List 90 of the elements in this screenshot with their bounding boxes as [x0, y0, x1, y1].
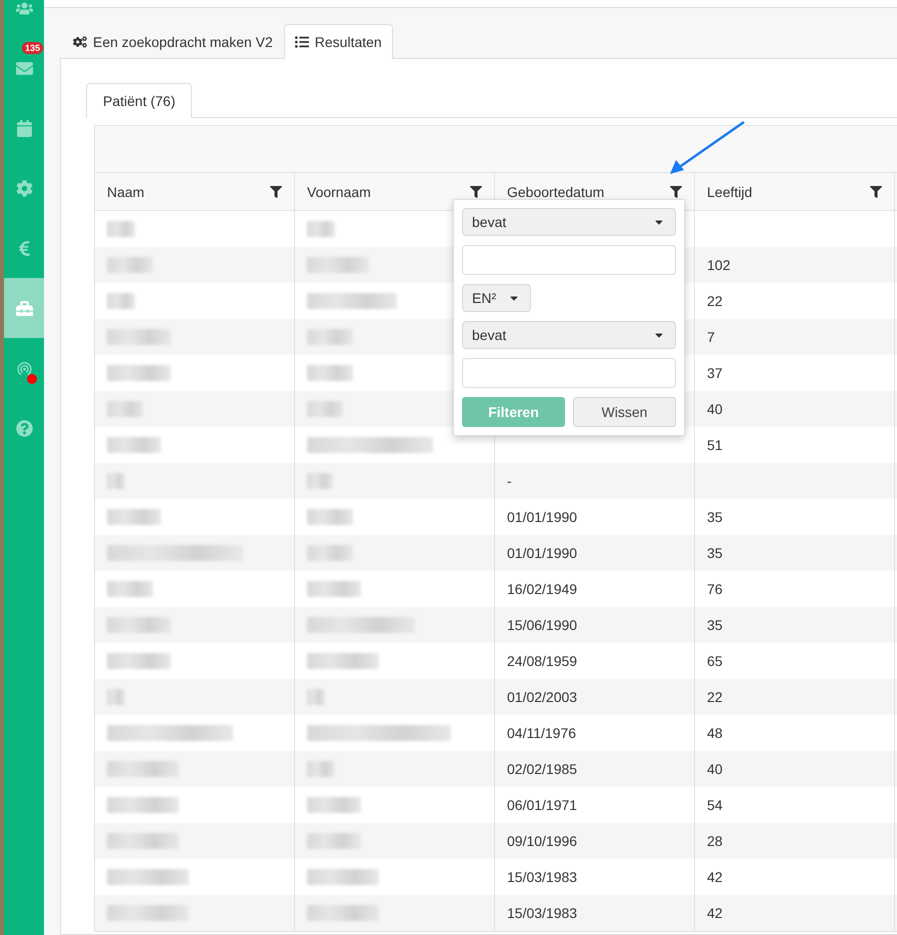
redacted-text [307, 581, 361, 597]
calendar-icon [16, 120, 32, 136]
condition-select[interactable]: bevat [462, 321, 676, 349]
list-icon [294, 35, 309, 49]
briefcase-icon [16, 300, 32, 316]
redacted-text [107, 509, 161, 525]
notification-badge: 135 [22, 42, 44, 54]
table-cell: 15/03/1983 [507, 905, 578, 921]
redacted-text [107, 293, 135, 309]
clear-button[interactable]: Wissen [573, 397, 676, 427]
table-cell: 51 [707, 437, 723, 453]
table-cell: 09/10/1996 [507, 833, 578, 849]
redacted-text [107, 329, 171, 345]
tab[interactable]: Resultaten [284, 24, 393, 59]
operator-select[interactable]: EN² [462, 284, 531, 312]
filter-icon[interactable] [870, 186, 882, 198]
sidebar-item[interactable]: 135 [4, 38, 44, 98]
redacted-text [307, 473, 333, 489]
table-cell: 02/02/1985 [507, 761, 578, 777]
column-header[interactable]: Leeftijd [695, 173, 895, 210]
help-icon [16, 420, 32, 436]
table-cell: 15/03/1983 [507, 869, 578, 885]
redacted-text [307, 761, 335, 777]
table-cell: 35 [707, 617, 723, 633]
table-cell: 48 [707, 725, 723, 741]
input-field[interactable] [462, 358, 676, 388]
redacted-text [307, 689, 325, 705]
filter-icon[interactable] [270, 186, 282, 198]
table-cell: 35 [707, 509, 723, 525]
table-cell: 102 [707, 257, 730, 273]
table-cell: 22 [707, 689, 723, 705]
mail-icon [16, 60, 32, 76]
tab[interactable]: Een zoekopdracht maken V2 [62, 24, 284, 59]
table-cell: 40 [707, 401, 723, 417]
tab[interactable]: Patiënt (76) [86, 83, 192, 118]
table-cell: 01/01/1990 [507, 509, 578, 525]
redacted-text [307, 653, 379, 669]
redacted-text [307, 545, 353, 561]
table-cell: 01/01/1990 [507, 545, 578, 561]
table-cell: 15/06/1990 [507, 617, 578, 633]
table-cell: - [507, 473, 512, 489]
redacted-text [307, 221, 335, 237]
redacted-text [107, 581, 153, 597]
input-field[interactable] [462, 245, 676, 275]
redacted-text [307, 509, 353, 525]
table-cell: 28 [707, 833, 723, 849]
redacted-text [107, 401, 143, 417]
redacted-text [107, 653, 171, 669]
redacted-text [107, 221, 135, 237]
table-cell: 76 [707, 581, 723, 597]
table-cell: 35 [707, 545, 723, 561]
redacted-text [107, 437, 161, 453]
table-cell: 54 [707, 797, 723, 813]
table-cell: 01/02/2003 [507, 689, 578, 705]
table-cell: 42 [707, 905, 723, 921]
column-header[interactable]: Naam [95, 173, 295, 210]
redacted-text [107, 833, 179, 849]
redacted-text [307, 797, 361, 813]
table-cell: 04/11/1976 [507, 725, 576, 741]
table-cell: 16/02/1949 [507, 581, 578, 597]
redacted-text [307, 905, 379, 921]
redacted-text [307, 365, 353, 381]
condition-select[interactable]: bevat [462, 208, 676, 236]
redacted-text [307, 869, 379, 885]
table-cell: 65 [707, 653, 723, 669]
signal-icon [16, 360, 32, 376]
redacted-text [307, 401, 343, 417]
gear-icon [16, 180, 32, 196]
redacted-text [307, 833, 361, 849]
redacted-text [107, 365, 171, 381]
filter-icon[interactable] [470, 186, 482, 198]
redacted-text [307, 329, 353, 345]
table-cell: 7 [707, 329, 715, 345]
users-icon [16, 0, 32, 16]
redacted-text [307, 257, 369, 273]
sidebar-item[interactable] [4, 278, 44, 338]
redacted-text [107, 617, 171, 633]
redacted-text [107, 257, 153, 273]
gears-icon [73, 35, 87, 49]
table-cell: 22 [707, 293, 723, 309]
redacted-text [107, 797, 179, 813]
table-cell: 37 [707, 365, 723, 381]
table-cell: 06/01/1971 [507, 797, 578, 813]
redacted-text [107, 473, 125, 489]
redacted-text [107, 761, 179, 777]
table-cell: 24/08/1959 [507, 653, 578, 669]
filter-icon[interactable] [670, 186, 682, 198]
redacted-text [107, 689, 125, 705]
table-cell: 40 [707, 761, 723, 777]
table-cell: 42 [707, 869, 723, 885]
